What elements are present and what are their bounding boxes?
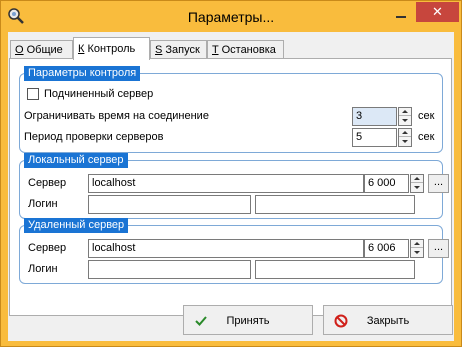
- timeout-down-icon[interactable]: [399, 117, 411, 125]
- group-remote-server-label: Удаленный сервер: [24, 218, 129, 233]
- tab-general[interactable]: О Общие: [10, 40, 73, 59]
- remote-server-label: Сервер: [28, 242, 67, 254]
- tab-general-label: Общие: [26, 44, 63, 56]
- remote-port-down-icon[interactable]: [411, 249, 423, 257]
- tab-startup-label: Запуск: [165, 44, 200, 56]
- group-control-params-label: Параметры контроля: [24, 66, 141, 81]
- local-browse-button[interactable]: ...: [428, 174, 449, 193]
- remote-port-spinner[interactable]: [410, 239, 424, 258]
- remote-password-input[interactable]: [255, 260, 415, 279]
- interval-label: Период проверки серверов: [24, 131, 164, 143]
- local-port-up-icon[interactable]: [411, 175, 423, 183]
- tab-startup-key: S: [155, 44, 163, 56]
- interval-up-icon[interactable]: [399, 129, 411, 137]
- tab-shutdown[interactable]: T Остановка: [207, 40, 284, 59]
- close-button[interactable]: Закрыть: [323, 305, 453, 335]
- tab-shutdown-key: T: [212, 44, 219, 56]
- local-login-input[interactable]: [88, 195, 251, 214]
- tab-shutdown-label: Остановка: [221, 44, 276, 56]
- title-bar[interactable]: Параметры... ✕: [1, 1, 461, 32]
- local-password-input[interactable]: [255, 195, 415, 214]
- remote-login-input[interactable]: [88, 260, 251, 279]
- interval-input[interactable]: 5: [352, 128, 397, 147]
- tab-control-label: Контроль: [87, 43, 136, 55]
- tab-startup[interactable]: S Запуск: [150, 40, 207, 59]
- local-port-input[interactable]: 6 000: [364, 174, 409, 193]
- timeout-label: Ограничивать время на соединение: [24, 110, 209, 122]
- interval-down-icon[interactable]: [399, 138, 411, 146]
- remote-browse-button[interactable]: ...: [428, 239, 449, 258]
- interval-unit: сек: [418, 131, 435, 143]
- group-control-params: Параметры контроля Подчиненный сервер Ог…: [19, 66, 443, 153]
- local-port-spinner[interactable]: [410, 174, 424, 193]
- group-remote-server: Удаленный сервер Сервер localhost 6 006 …: [19, 218, 449, 284]
- timeout-up-icon[interactable]: [399, 108, 411, 116]
- local-login-label: Логин: [28, 198, 58, 210]
- interval-spinner[interactable]: [398, 128, 412, 147]
- group-local-server: Локальный сервер Сервер localhost 6 000 …: [19, 153, 449, 219]
- remote-server-input[interactable]: localhost: [88, 239, 364, 258]
- dialog-window: Параметры... ✕ О Общие К Контроль S Запу…: [0, 0, 462, 347]
- slave-server-checkbox[interactable]: [27, 88, 39, 100]
- dialog-client: О Общие К Контроль S Запуск T Остановка …: [8, 32, 454, 341]
- close-button-label: Закрыть: [366, 315, 410, 327]
- group-local-server-label: Локальный сервер: [24, 153, 128, 168]
- local-port-down-icon[interactable]: [411, 184, 423, 192]
- tab-control-key: К: [78, 43, 85, 55]
- timeout-input[interactable]: 3: [352, 107, 397, 126]
- local-server-label: Сервер: [28, 177, 67, 189]
- tab-page-control: Параметры контроля Подчиненный сервер Ог…: [9, 58, 452, 316]
- minimize-button[interactable]: [390, 6, 412, 22]
- close-window-button[interactable]: ✕: [416, 2, 459, 22]
- tab-control[interactable]: К Контроль: [73, 37, 150, 60]
- remote-port-input[interactable]: 6 006: [364, 239, 409, 258]
- remote-port-up-icon[interactable]: [411, 240, 423, 248]
- timeout-spinner[interactable]: [398, 107, 412, 126]
- remote-login-label: Логин: [28, 263, 58, 275]
- timeout-unit: сек: [418, 110, 435, 122]
- local-server-input[interactable]: localhost: [88, 174, 364, 193]
- slave-server-label: Подчиненный сервер: [44, 88, 154, 100]
- accept-button-label: Принять: [226, 315, 270, 327]
- tab-general-key: О: [15, 44, 24, 56]
- accept-button[interactable]: Принять: [183, 305, 313, 335]
